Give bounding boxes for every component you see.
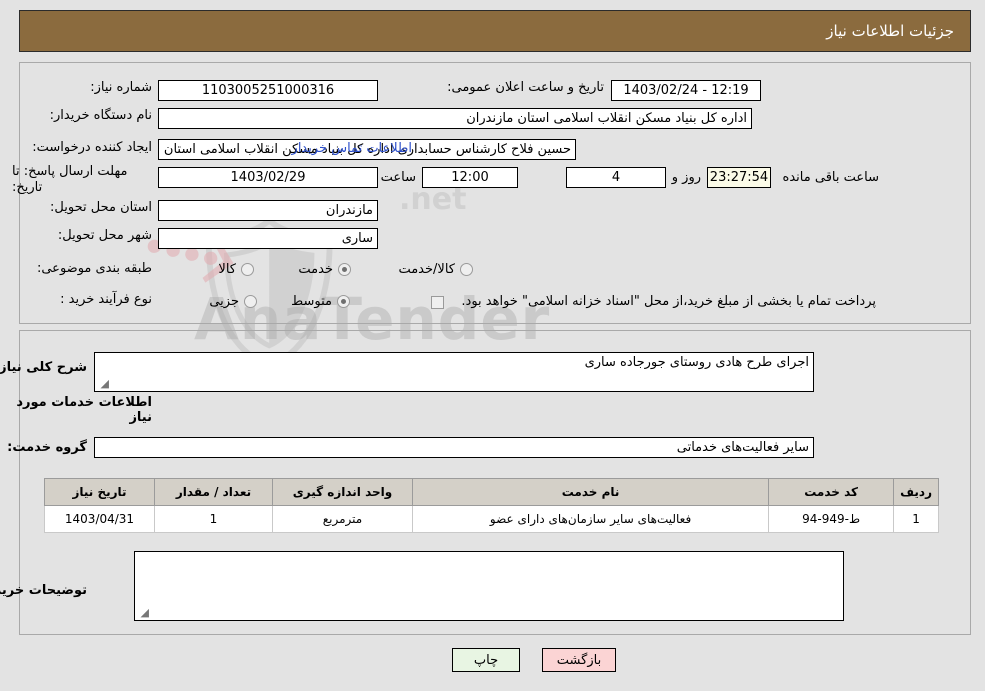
response-deadline-remaining-label: ساعت باقی مانده <box>783 170 880 185</box>
table-row: 1 ط-949-94 فعالیت‌های سایر سازمان‌های دا… <box>45 505 940 533</box>
radio-jozei-label: جزیی <box>210 294 240 309</box>
treasury-bond-checkbox[interactable] <box>432 296 445 309</box>
print-button[interactable]: چاپ <box>453 648 521 672</box>
subject-category-label-wrap: طبقه بندی موضوعی: <box>38 261 153 276</box>
buyer-notes-label: توضیحات خریدار: <box>0 583 88 598</box>
cell-service-code: ط-949-94 <box>769 505 896 533</box>
col-unit: واحد اندازه گیری <box>273 478 414 506</box>
page-header: جزئیات اطلاعات نیاز <box>20 10 972 52</box>
delivery-province-value: مازندران <box>159 200 379 221</box>
delivery-city-label: شهر محل تحویل: <box>58 228 153 243</box>
general-description-label: شرح کلی نیاز: <box>0 360 88 375</box>
purchase-process-label-wrap: نوع فرآیند خرید : <box>61 292 153 307</box>
need-number-label: شماره نیاز: <box>91 80 153 95</box>
radio-kala-label: کالا <box>219 262 237 277</box>
response-deadline-days: 4 <box>567 167 667 188</box>
general-description-value: اجرای طرح هادی روستای جورجاده ساری <box>585 355 810 370</box>
service-group-value: سایر فعالیت‌های خدماتی <box>95 437 815 458</box>
col-need-date: تاریخ نیاز <box>45 478 156 506</box>
response-deadline-label: مهلت ارسال پاسخ: تا تاریخ: <box>13 164 129 196</box>
radio-process-jozei[interactable]: جزیی <box>210 294 258 309</box>
announce-datetime-value: 12:19 - 1403/02/24 <box>612 80 762 101</box>
radio-kala-icon[interactable] <box>242 263 255 276</box>
radio-kala-khedmat-label: کالا/خدمت <box>399 262 456 277</box>
page-root: 🛡 ⤑ AnaTender .net جزئیات اطلاعات نیاز ش… <box>0 0 985 691</box>
buyer-notes-label-wrap: توضیحات خریدار: <box>0 583 88 598</box>
subject-category-label: طبقه بندی موضوعی: <box>37 261 153 276</box>
radio-motavasset-icon[interactable] <box>338 295 351 308</box>
buyer-notes-textarea[interactable]: ◢ <box>135 551 845 621</box>
radio-subject-khedmat[interactable]: خدمت <box>299 262 352 277</box>
announce-datetime-label: تاریخ و ساعت اعلان عمومی: <box>448 80 605 95</box>
radio-khedmat-label: خدمت <box>299 262 334 277</box>
col-service-name: نام خدمت <box>412 478 771 506</box>
response-deadline-countdown: 23:27:54 <box>708 167 772 188</box>
delivery-city-value: ساری <box>159 228 379 249</box>
delivery-province-label-wrap: استان محل تحویل: <box>51 200 153 215</box>
radio-subject-kala-khedmat[interactable]: کالا/خدمت <box>399 262 474 277</box>
col-service-code: کد خدمت <box>769 478 896 506</box>
radio-khedmat-icon[interactable] <box>339 263 352 276</box>
col-row-no: ردیف <box>894 478 940 506</box>
service-group-label-wrap: گروه خدمت: <box>8 440 88 455</box>
back-button[interactable]: بازگشت <box>543 648 617 672</box>
col-quantity: تعداد / مقدار <box>155 478 274 506</box>
page-title: جزئیات اطلاعات نیاز <box>827 22 955 40</box>
services-table: ردیف کد خدمت نام خدمت واحد اندازه گیری ت… <box>45 478 940 533</box>
cell-quantity: 1 <box>155 505 274 533</box>
service-group-label: گروه خدمت: <box>8 440 88 455</box>
resize-handle-icon[interactable]: ◢ <box>98 378 110 390</box>
cell-row-no: 1 <box>894 505 940 533</box>
radio-subject-kala[interactable]: کالا <box>219 262 255 277</box>
announce-datetime-label-wrap: تاریخ و ساعت اعلان عمومی: <box>448 80 605 95</box>
need-info-panel <box>20 62 972 324</box>
need-number-label-wrap: شماره نیاز: <box>13 80 153 95</box>
delivery-city-label-wrap: شهر محل تحویل: <box>59 228 153 243</box>
buyer-org-value: اداره کل بنیاد مسکن انقلاب اسلامی استان … <box>159 108 753 129</box>
treasury-bond-note: پرداخت تمام یا بخشی از مبلغ خرید،از محل … <box>462 294 877 309</box>
cell-service-name: فعالیت‌های سایر سازمان‌های دارای عضو <box>412 505 771 533</box>
radio-motavasset-label: متوسط <box>292 294 333 309</box>
services-section-title: اطلاعات خدمات مورد نیاز <box>17 395 153 425</box>
response-deadline-hour-label: ساعت <box>381 170 417 185</box>
buyer-contact-link[interactable]: اطلاعات تماس خریدار <box>293 141 413 156</box>
table-header-row: ردیف کد خدمت نام خدمت واحد اندازه گیری ت… <box>45 478 940 506</box>
radio-kala-khedmat-icon[interactable] <box>461 263 474 276</box>
request-creator-label: ایجاد کننده درخواست: <box>33 140 153 155</box>
general-description-label-wrap: شرح کلی نیاز: <box>0 360 88 375</box>
buyer-org-label: نام دستگاه خریدار: <box>50 108 153 123</box>
request-creator-label-wrap: ایجاد کننده درخواست: <box>33 140 153 155</box>
response-deadline-date: 1403/02/29 <box>159 167 379 188</box>
cell-unit: مترمربع <box>273 505 414 533</box>
cell-need-date: 1403/04/31 <box>45 505 156 533</box>
radio-jozei-icon[interactable] <box>245 295 258 308</box>
buyer-notes-resize-handle-icon[interactable]: ◢ <box>138 607 150 619</box>
response-deadline-time: 12:00 <box>423 167 519 188</box>
buyer-org-label-wrap: نام دستگاه خریدار: <box>51 108 153 123</box>
radio-process-motavasset[interactable]: متوسط <box>292 294 351 309</box>
need-number-value: 1103005251000316 <box>159 80 379 101</box>
purchase-process-label: نوع فرآیند خرید : <box>61 292 153 307</box>
delivery-province-label: استان محل تحویل: <box>51 200 153 215</box>
response-deadline-days-label: روز و <box>672 170 702 185</box>
general-description-textarea[interactable]: اجرای طرح هادی روستای جورجاده ساری ◢ <box>95 352 815 392</box>
